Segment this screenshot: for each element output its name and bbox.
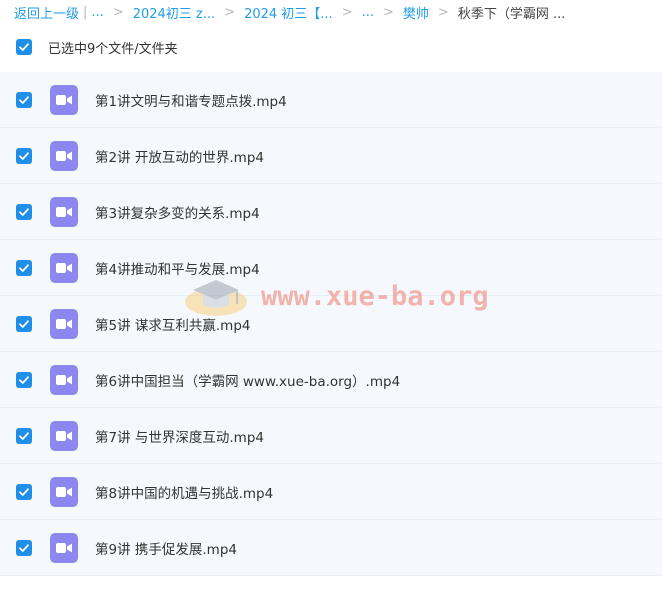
video-file-icon bbox=[50, 420, 78, 451]
breadcrumb-separator: > bbox=[341, 4, 353, 20]
check-icon bbox=[19, 95, 29, 104]
check-icon bbox=[19, 319, 29, 328]
file-checkbox[interactable] bbox=[16, 483, 32, 500]
video-file-icon bbox=[50, 364, 78, 395]
breadcrumb-separator: | bbox=[83, 4, 88, 20]
file-list: 第1讲文明与和谐专题点拨.mp4 第2讲 开放互动的世界.mp4 第3讲复杂多变的关… bbox=[0, 72, 662, 576]
check-icon bbox=[19, 431, 29, 440]
file-checkbox[interactable] bbox=[16, 147, 32, 164]
file-row[interactable]: 第8讲中国的机遇与挑战.mp4 bbox=[0, 464, 662, 520]
breadcrumb-separator: > bbox=[437, 4, 449, 20]
breadcrumb-separator: > bbox=[112, 4, 124, 20]
video-file-icon bbox=[50, 252, 78, 283]
file-checkbox[interactable] bbox=[16, 259, 32, 276]
file-checkbox[interactable] bbox=[16, 371, 32, 388]
breadcrumb-item-2[interactable]: 2024初三 z... bbox=[133, 3, 215, 22]
breadcrumb-separator: > bbox=[224, 4, 236, 20]
check-icon bbox=[19, 43, 29, 51]
file-checkbox[interactable] bbox=[16, 315, 32, 332]
check-icon bbox=[19, 487, 29, 496]
file-name: 第4讲推动和平与发展.mp4 bbox=[95, 261, 260, 278]
file-name: 第9讲 携手促发展.mp4 bbox=[95, 541, 237, 558]
file-name: 第5讲 谋求互利共赢.mp4 bbox=[95, 317, 251, 334]
file-name: 第2讲 开放互动的世界.mp4 bbox=[95, 149, 264, 166]
breadcrumb-item-1[interactable]: ... bbox=[91, 5, 103, 20]
file-row[interactable]: 第9讲 携手促发展.mp4 bbox=[0, 520, 662, 576]
video-file-icon bbox=[50, 84, 78, 115]
video-file-icon bbox=[50, 140, 78, 171]
file-name: 第1讲文明与和谐专题点拨.mp4 bbox=[95, 93, 287, 110]
breadcrumb-item-5[interactable]: 樊帅 bbox=[403, 3, 429, 22]
file-row[interactable]: 第2讲 开放互动的世界.mp4 bbox=[0, 128, 662, 184]
check-icon bbox=[19, 543, 29, 552]
file-row[interactable]: 第6讲中国担当（学霸网 www.xue-ba.org）.mp4 bbox=[0, 352, 662, 408]
check-icon bbox=[19, 207, 29, 216]
check-icon bbox=[19, 151, 29, 160]
breadcrumb-item-3[interactable]: 2024 初三【... bbox=[244, 3, 333, 22]
selection-count-label: 已选中9个文件/文件夹 bbox=[48, 41, 178, 57]
breadcrumb-current: 秋季下（学霸网 ... bbox=[457, 6, 566, 22]
file-row[interactable]: 第3讲复杂多变的关系.mp4 bbox=[0, 184, 662, 240]
file-row[interactable]: 第5讲 谋求互利共赢.mp4 bbox=[0, 296, 662, 352]
select-all-checkbox[interactable] bbox=[16, 39, 32, 55]
video-file-icon bbox=[50, 196, 78, 227]
check-icon bbox=[19, 375, 29, 384]
breadcrumb-back-link[interactable]: 返回上一级 bbox=[14, 3, 79, 22]
file-row[interactable]: 第1讲文明与和谐专题点拨.mp4 bbox=[0, 72, 662, 128]
file-name: 第3讲复杂多变的关系.mp4 bbox=[95, 205, 260, 222]
select-all-bar: 已选中9个文件/文件夹 bbox=[0, 24, 662, 70]
file-row[interactable]: 第7讲 与世界深度互动.mp4 bbox=[0, 408, 662, 464]
video-file-icon bbox=[50, 532, 78, 563]
file-name: 第6讲中国担当（学霸网 www.xue-ba.org）.mp4 bbox=[95, 373, 401, 390]
video-file-icon bbox=[50, 308, 78, 339]
check-icon bbox=[19, 263, 29, 272]
file-checkbox[interactable] bbox=[16, 91, 32, 108]
file-row[interactable]: 第4讲推动和平与发展.mp4 bbox=[0, 240, 662, 296]
video-file-icon bbox=[50, 476, 78, 507]
breadcrumb-item-4[interactable]: ... bbox=[362, 5, 374, 20]
file-name: 第7讲 与世界深度互动.mp4 bbox=[95, 429, 264, 446]
file-checkbox[interactable] bbox=[16, 427, 32, 444]
file-checkbox[interactable] bbox=[16, 539, 32, 556]
breadcrumb: 返回上一级 | ... > 2024初三 z... > 2024 初三【... … bbox=[0, 0, 662, 24]
breadcrumb-separator: > bbox=[383, 4, 394, 20]
file-name: 第8讲中国的机遇与挑战.mp4 bbox=[95, 485, 274, 502]
file-checkbox[interactable] bbox=[16, 203, 32, 220]
